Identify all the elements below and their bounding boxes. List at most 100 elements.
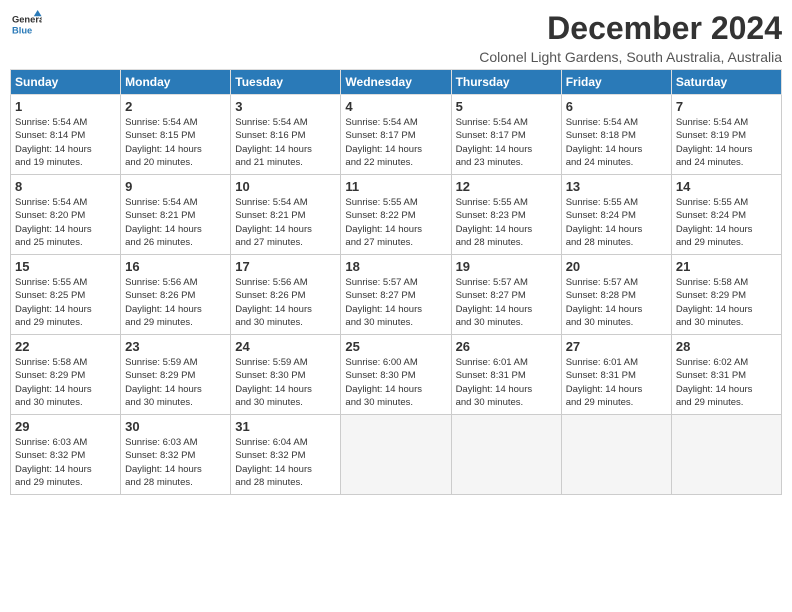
day-info: Sunrise: 5:55 AMSunset: 8:22 PMDaylight:…	[345, 196, 446, 249]
calendar-cell: 15 Sunrise: 5:55 AMSunset: 8:25 PMDayligh…	[11, 255, 121, 335]
day-info: Sunrise: 5:55 AMSunset: 8:24 PMDaylight:…	[676, 196, 777, 249]
calendar-week-4: 22 Sunrise: 5:58 AMSunset: 8:29 PMDayligh…	[11, 335, 782, 415]
day-info: Sunrise: 5:57 AMSunset: 8:27 PMDaylight:…	[456, 276, 557, 329]
calendar-cell: 12 Sunrise: 5:55 AMSunset: 8:23 PMDayligh…	[451, 175, 561, 255]
calendar-cell: 13 Sunrise: 5:55 AMSunset: 8:24 PMDayligh…	[561, 175, 671, 255]
day-number: 12	[456, 179, 557, 194]
day-header-monday: Monday	[121, 70, 231, 95]
calendar-cell	[451, 415, 561, 495]
calendar-header-row: SundayMondayTuesdayWednesdayThursdayFrid…	[11, 70, 782, 95]
day-number: 5	[456, 99, 557, 114]
calendar-cell: 10 Sunrise: 5:54 AMSunset: 8:21 PMDayligh…	[231, 175, 341, 255]
calendar-cell: 29 Sunrise: 6:03 AMSunset: 8:32 PMDayligh…	[11, 415, 121, 495]
logo-icon: General Blue	[10, 10, 42, 38]
calendar-cell: 21Sunrise: 5:58 AMSunset: 8:29 PMDayligh…	[671, 255, 781, 335]
calendar-cell: 24 Sunrise: 5:59 AMSunset: 8:30 PMDayligh…	[231, 335, 341, 415]
day-number: 29	[15, 419, 116, 434]
calendar-cell: 25 Sunrise: 6:00 AMSunset: 8:30 PMDayligh…	[341, 335, 451, 415]
calendar-cell: 18Sunrise: 5:57 AMSunset: 8:27 PMDayligh…	[341, 255, 451, 335]
day-info: Sunrise: 5:56 AMSunset: 8:26 PMDaylight:…	[235, 276, 336, 329]
day-number: 17	[235, 259, 336, 274]
day-info: Sunrise: 5:54 AMSunset: 8:21 PMDaylight:…	[125, 196, 226, 249]
calendar-cell: 4 Sunrise: 5:54 AMSunset: 8:17 PMDaylight…	[341, 95, 451, 175]
day-number: 15	[15, 259, 116, 274]
day-number: 14	[676, 179, 777, 194]
day-info: Sunrise: 5:59 AMSunset: 8:30 PMDaylight:…	[235, 356, 336, 409]
day-number: 23	[125, 339, 226, 354]
day-number: 13	[566, 179, 667, 194]
title-block: December 2024 Colonel Light Gardens, Sou…	[479, 10, 782, 65]
calendar-cell: 9 Sunrise: 5:54 AMSunset: 8:21 PMDaylight…	[121, 175, 231, 255]
day-header-tuesday: Tuesday	[231, 70, 341, 95]
calendar-cell: 8 Sunrise: 5:54 AMSunset: 8:20 PMDaylight…	[11, 175, 121, 255]
day-header-friday: Friday	[561, 70, 671, 95]
calendar-week-5: 29 Sunrise: 6:03 AMSunset: 8:32 PMDayligh…	[11, 415, 782, 495]
calendar-week-2: 8 Sunrise: 5:54 AMSunset: 8:20 PMDaylight…	[11, 175, 782, 255]
calendar-week-1: 1Sunrise: 5:54 AMSunset: 8:14 PMDaylight…	[11, 95, 782, 175]
calendar-cell: 30Sunrise: 6:03 AMSunset: 8:32 PMDayligh…	[121, 415, 231, 495]
day-info: Sunrise: 5:54 AMSunset: 8:20 PMDaylight:…	[15, 196, 116, 249]
calendar-cell: 1Sunrise: 5:54 AMSunset: 8:14 PMDaylight…	[11, 95, 121, 175]
day-number: 11	[345, 179, 446, 194]
day-info: Sunrise: 5:54 AMSunset: 8:21 PMDaylight:…	[235, 196, 336, 249]
day-info: Sunrise: 5:54 AMSunset: 8:15 PMDaylight:…	[125, 116, 226, 169]
calendar-cell: 14 Sunrise: 5:55 AMSunset: 8:24 PMDayligh…	[671, 175, 781, 255]
day-number: 10	[235, 179, 336, 194]
day-number: 9	[125, 179, 226, 194]
calendar-cell	[561, 415, 671, 495]
day-number: 2	[125, 99, 226, 114]
day-info: Sunrise: 6:01 AMSunset: 8:31 PMDaylight:…	[566, 356, 667, 409]
day-info: Sunrise: 5:54 AMSunset: 8:18 PMDaylight:…	[566, 116, 667, 169]
day-info: Sunrise: 5:57 AMSunset: 8:28 PMDaylight:…	[566, 276, 667, 329]
calendar-cell: 11 Sunrise: 5:55 AMSunset: 8:22 PMDayligh…	[341, 175, 451, 255]
day-number: 6	[566, 99, 667, 114]
calendar-cell: 2 Sunrise: 5:54 AMSunset: 8:15 PMDaylight…	[121, 95, 231, 175]
calendar-cell: 20Sunrise: 5:57 AMSunset: 8:28 PMDayligh…	[561, 255, 671, 335]
day-info: Sunrise: 5:54 AMSunset: 8:14 PMDaylight:…	[15, 116, 116, 169]
day-number: 25	[345, 339, 446, 354]
logo: General Blue	[10, 10, 42, 38]
calendar-cell	[341, 415, 451, 495]
day-info: Sunrise: 5:54 AMSunset: 8:16 PMDaylight:…	[235, 116, 336, 169]
calendar-cell: 26Sunrise: 6:01 AMSunset: 8:31 PMDayligh…	[451, 335, 561, 415]
day-info: Sunrise: 5:55 AMSunset: 8:23 PMDaylight:…	[456, 196, 557, 249]
calendar-cell: 28Sunrise: 6:02 AMSunset: 8:31 PMDayligh…	[671, 335, 781, 415]
day-info: Sunrise: 6:03 AMSunset: 8:32 PMDaylight:…	[15, 436, 116, 489]
day-info: Sunrise: 6:00 AMSunset: 8:30 PMDaylight:…	[345, 356, 446, 409]
day-number: 19	[456, 259, 557, 274]
calendar-week-3: 15 Sunrise: 5:55 AMSunset: 8:25 PMDayligh…	[11, 255, 782, 335]
calendar-cell: 16 Sunrise: 5:56 AMSunset: 8:26 PMDayligh…	[121, 255, 231, 335]
day-info: Sunrise: 5:54 AMSunset: 8:17 PMDaylight:…	[345, 116, 446, 169]
day-info: Sunrise: 5:54 AMSunset: 8:17 PMDaylight:…	[456, 116, 557, 169]
calendar-cell: 3Sunrise: 5:54 AMSunset: 8:16 PMDaylight…	[231, 95, 341, 175]
day-header-wednesday: Wednesday	[341, 70, 451, 95]
location-subtitle: Colonel Light Gardens, South Australia, …	[479, 49, 782, 65]
svg-text:Blue: Blue	[12, 25, 32, 35]
day-info: Sunrise: 5:55 AMSunset: 8:25 PMDaylight:…	[15, 276, 116, 329]
calendar-cell: 17 Sunrise: 5:56 AMSunset: 8:26 PMDayligh…	[231, 255, 341, 335]
day-number: 16	[125, 259, 226, 274]
day-info: Sunrise: 5:55 AMSunset: 8:24 PMDaylight:…	[566, 196, 667, 249]
page-header: General Blue December 2024 Colonel Light…	[10, 10, 782, 65]
day-info: Sunrise: 5:57 AMSunset: 8:27 PMDaylight:…	[345, 276, 446, 329]
day-number: 4	[345, 99, 446, 114]
day-info: Sunrise: 5:54 AMSunset: 8:19 PMDaylight:…	[676, 116, 777, 169]
day-info: Sunrise: 5:58 AMSunset: 8:29 PMDaylight:…	[15, 356, 116, 409]
calendar-cell	[671, 415, 781, 495]
day-number: 8	[15, 179, 116, 194]
day-number: 27	[566, 339, 667, 354]
day-info: Sunrise: 6:04 AMSunset: 8:32 PMDaylight:…	[235, 436, 336, 489]
day-number: 24	[235, 339, 336, 354]
day-number: 22	[15, 339, 116, 354]
day-number: 26	[456, 339, 557, 354]
day-header-thursday: Thursday	[451, 70, 561, 95]
day-info: Sunrise: 6:02 AMSunset: 8:31 PMDaylight:…	[676, 356, 777, 409]
day-number: 31	[235, 419, 336, 434]
day-info: Sunrise: 5:59 AMSunset: 8:29 PMDaylight:…	[125, 356, 226, 409]
calendar-cell: 6 Sunrise: 5:54 AMSunset: 8:18 PMDaylight…	[561, 95, 671, 175]
day-info: Sunrise: 5:56 AMSunset: 8:26 PMDaylight:…	[125, 276, 226, 329]
calendar-cell: 19 Sunrise: 5:57 AMSunset: 8:27 PMDayligh…	[451, 255, 561, 335]
calendar-cell: 5 Sunrise: 5:54 AMSunset: 8:17 PMDaylight…	[451, 95, 561, 175]
calendar-cell: 7Sunrise: 5:54 AMSunset: 8:19 PMDaylight…	[671, 95, 781, 175]
day-number: 30	[125, 419, 226, 434]
